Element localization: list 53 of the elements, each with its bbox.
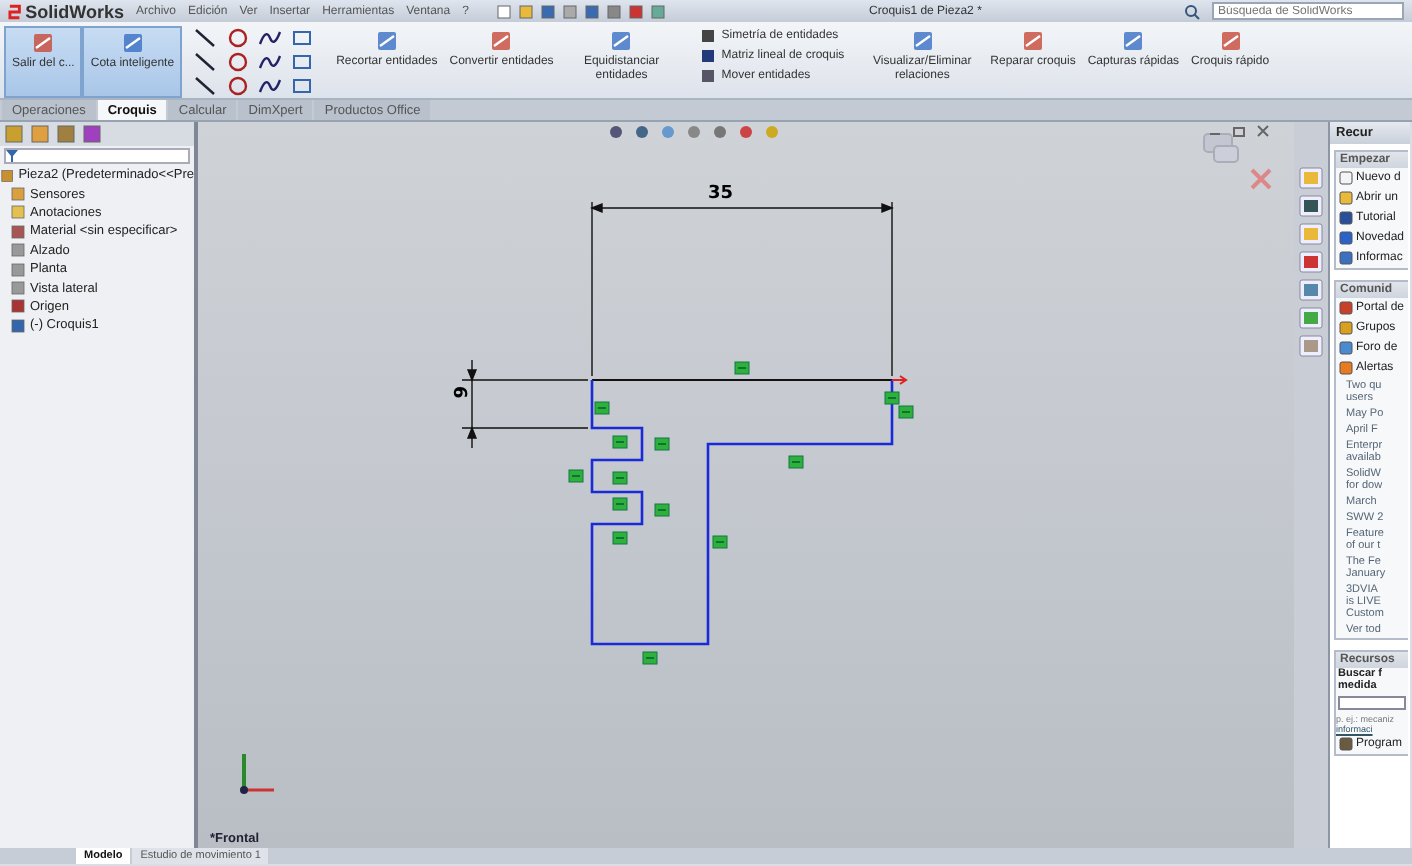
relation-icon[interactable]	[642, 651, 658, 665]
filter-field[interactable]	[4, 148, 190, 164]
task-tab-icon[interactable]	[1298, 194, 1324, 218]
panel-tab-icon[interactable]	[28, 124, 52, 144]
relation-icon[interactable]	[612, 471, 628, 485]
chat-bubble-icon	[1203, 133, 1239, 163]
sketch-tool-icon[interactable]	[194, 28, 219, 48]
search-field[interactable]	[1338, 696, 1406, 710]
relation-icon[interactable]	[898, 405, 914, 419]
sketch-tool-icon[interactable]	[194, 52, 219, 72]
sketch-tool-icon[interactable]	[258, 52, 283, 72]
tool-icon	[121, 32, 144, 54]
task-tab-icon[interactable]	[1298, 278, 1324, 302]
relation-icon[interactable]	[568, 469, 584, 483]
restore-icon[interactable]	[1232, 124, 1246, 138]
link-icon	[1338, 736, 1354, 752]
panel-tab-icon[interactable]	[80, 124, 104, 144]
logo-icon	[8, 3, 22, 19]
sketch-tool-icon[interactable]	[226, 28, 251, 48]
tool-icon	[1122, 30, 1145, 52]
dimension-value[interactable]: 35	[708, 184, 734, 204]
relation-icon[interactable]	[594, 401, 610, 415]
panel-tab-icon[interactable]	[54, 124, 78, 144]
sketch-tool-icon[interactable]	[258, 76, 283, 96]
sketch-tool-icon[interactable]	[226, 52, 251, 72]
relation-icon[interactable]	[884, 391, 900, 405]
axis-triad-icon	[240, 754, 274, 794]
panel-tab-icon[interactable]	[2, 124, 26, 144]
sketch-tool-icon[interactable]	[258, 28, 283, 48]
tool-icon	[610, 30, 633, 52]
tool-icon	[490, 30, 513, 52]
relation-icon[interactable]	[654, 503, 670, 517]
relation-icon[interactable]	[612, 497, 628, 511]
close-icon[interactable]	[1256, 124, 1270, 138]
close-icon[interactable]	[1250, 168, 1272, 190]
tool-icon	[1022, 30, 1044, 52]
relation-icon[interactable]	[612, 435, 628, 449]
relation-icon[interactable]	[712, 535, 728, 549]
relation-icon[interactable]	[612, 531, 628, 545]
task-tab-icon[interactable]	[1298, 250, 1324, 274]
relation-icon[interactable]	[734, 361, 750, 375]
relation-icon[interactable]	[654, 437, 670, 451]
tool-icon	[911, 30, 934, 52]
tool-icon	[32, 32, 55, 54]
filter-icon	[6, 150, 18, 162]
sketch-tool-icon[interactable]	[194, 76, 219, 96]
tool-icon	[1219, 30, 1242, 52]
relation-icon[interactable]	[788, 455, 804, 469]
search-icon	[1184, 3, 1200, 19]
app-logo: SolidWorks	[25, 1, 124, 21]
origin-icon	[891, 375, 908, 385]
tool-icon	[375, 30, 398, 52]
dimension-value[interactable]: 6	[448, 386, 468, 399]
